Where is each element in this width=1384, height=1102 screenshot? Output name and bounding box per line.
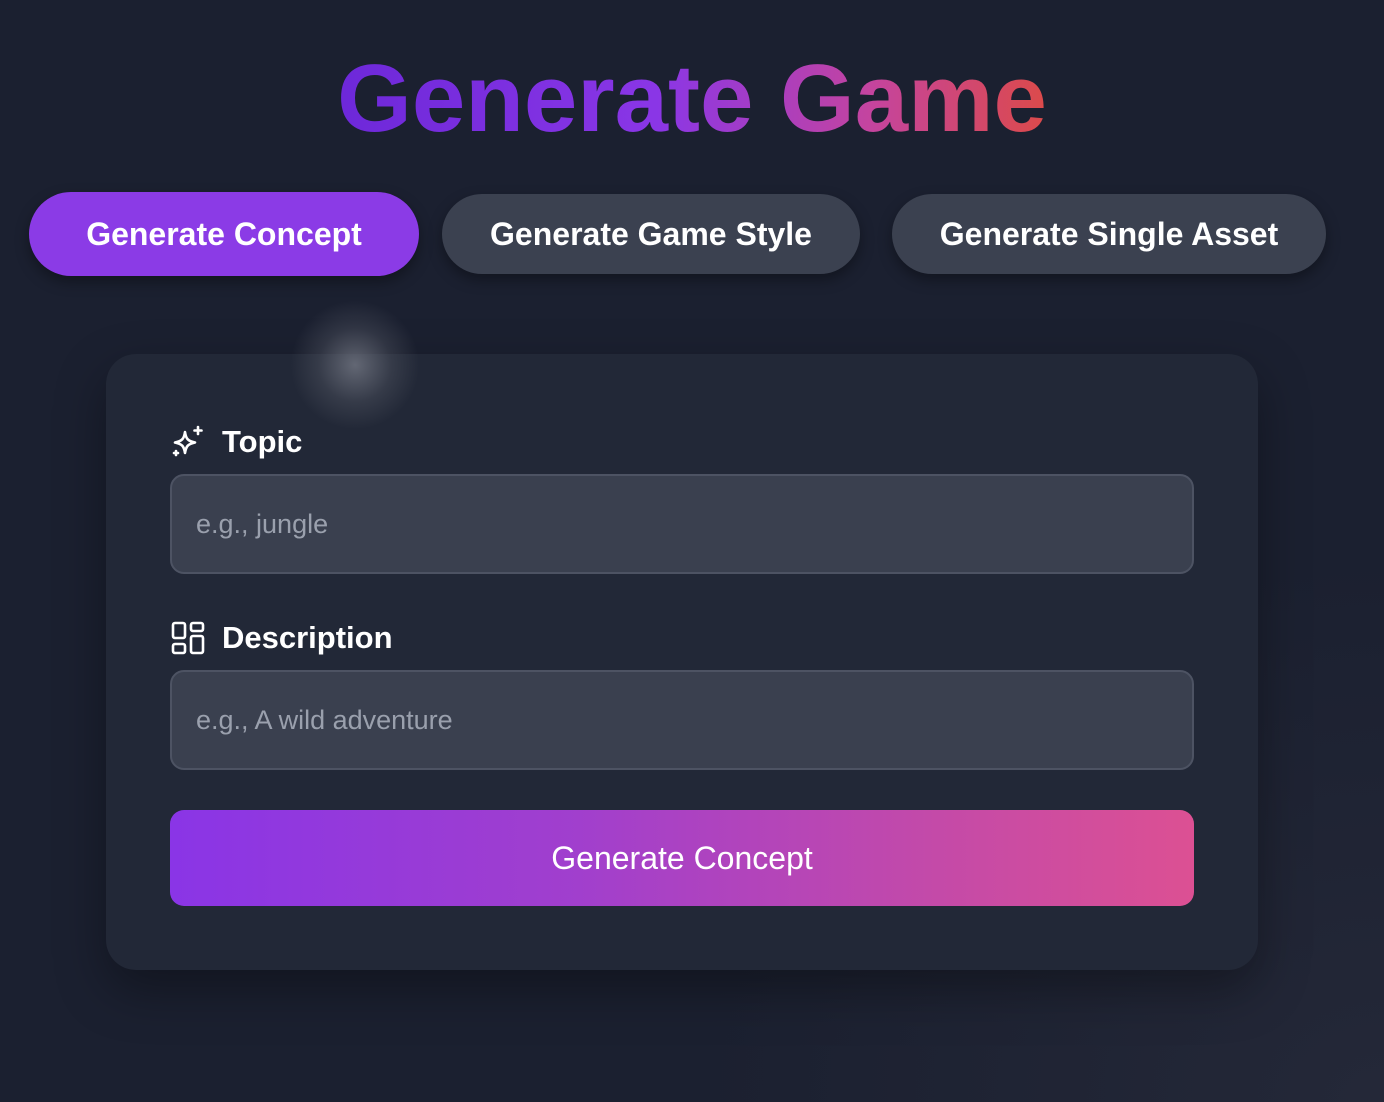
description-label-text: Description: [222, 620, 393, 655]
tab-generate-game-style[interactable]: Generate Game Style: [442, 194, 860, 274]
topic-label-text: Topic: [222, 424, 303, 459]
page-title: Generate Game: [0, 44, 1384, 154]
topic-label: Topic: [170, 422, 302, 462]
topic-input[interactable]: [170, 474, 1194, 574]
page-title-text: Generate Game: [337, 45, 1047, 152]
description-input[interactable]: [170, 670, 1194, 770]
layout-grid-icon: [170, 620, 206, 656]
tab-bar: Generate Concept Generate Game Style Gen…: [0, 192, 1384, 276]
sparkles-icon: [170, 424, 206, 460]
concept-form-card: Topic Description Generate Concept: [106, 354, 1258, 970]
tab-generate-concept[interactable]: Generate Concept: [29, 192, 419, 276]
tab-generate-single-asset[interactable]: Generate Single Asset: [892, 194, 1326, 274]
description-label: Description: [170, 618, 393, 658]
generate-concept-button[interactable]: Generate Concept: [170, 810, 1194, 906]
